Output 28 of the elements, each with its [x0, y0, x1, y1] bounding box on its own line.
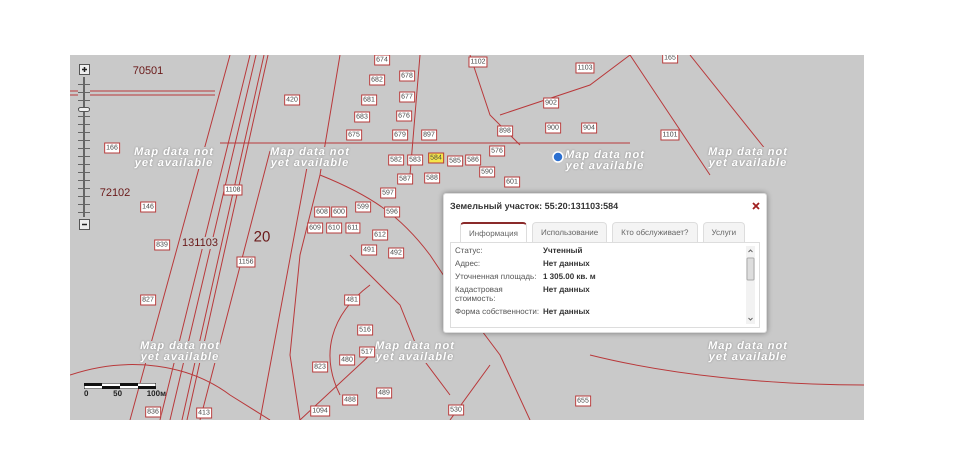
field-value: Нет данных [543, 307, 591, 316]
popup-tab[interactable]: Кто обслуживает? [612, 222, 698, 242]
zoom-in-icon[interactable] [78, 64, 90, 75]
field-label: Форма собственности: [455, 307, 540, 316]
field-value: Нет данных [543, 285, 591, 296]
close-icon[interactable] [752, 202, 760, 210]
field-label: Кадастровая стоимость: [455, 285, 504, 303]
field-label: Статус: [455, 246, 484, 255]
zone-number: 131103 [182, 237, 218, 249]
zoom-slider-thumb[interactable] [78, 106, 90, 112]
field-value: Нет данных [543, 259, 591, 268]
scale-label: 100м [146, 389, 166, 398]
location-marker-icon[interactable] [552, 151, 564, 163]
popup-title: Земельный участок: 55:20:131103:584 [450, 201, 618, 211]
scale-bar-drawing [84, 383, 156, 389]
zone-number: 72102 [100, 187, 130, 199]
scale-label: 0 [84, 389, 88, 398]
field-value: 1 305.00 кв. м [543, 272, 597, 281]
zoom-out-icon[interactable] [78, 219, 90, 230]
field-label: Уточненная площадь: [455, 272, 538, 281]
popup-tab[interactable]: Использование [532, 222, 608, 242]
field-value: Учтенный [543, 246, 584, 255]
scrollbar-drawing[interactable] [746, 246, 755, 324]
field-label: Адрес: [455, 259, 482, 268]
zone-number: 70501 [132, 65, 164, 77]
popup-tab[interactable]: Информация [460, 222, 527, 242]
popup-tab[interactable]: Услуги [702, 222, 746, 242]
scale-label: 50 [113, 389, 122, 398]
